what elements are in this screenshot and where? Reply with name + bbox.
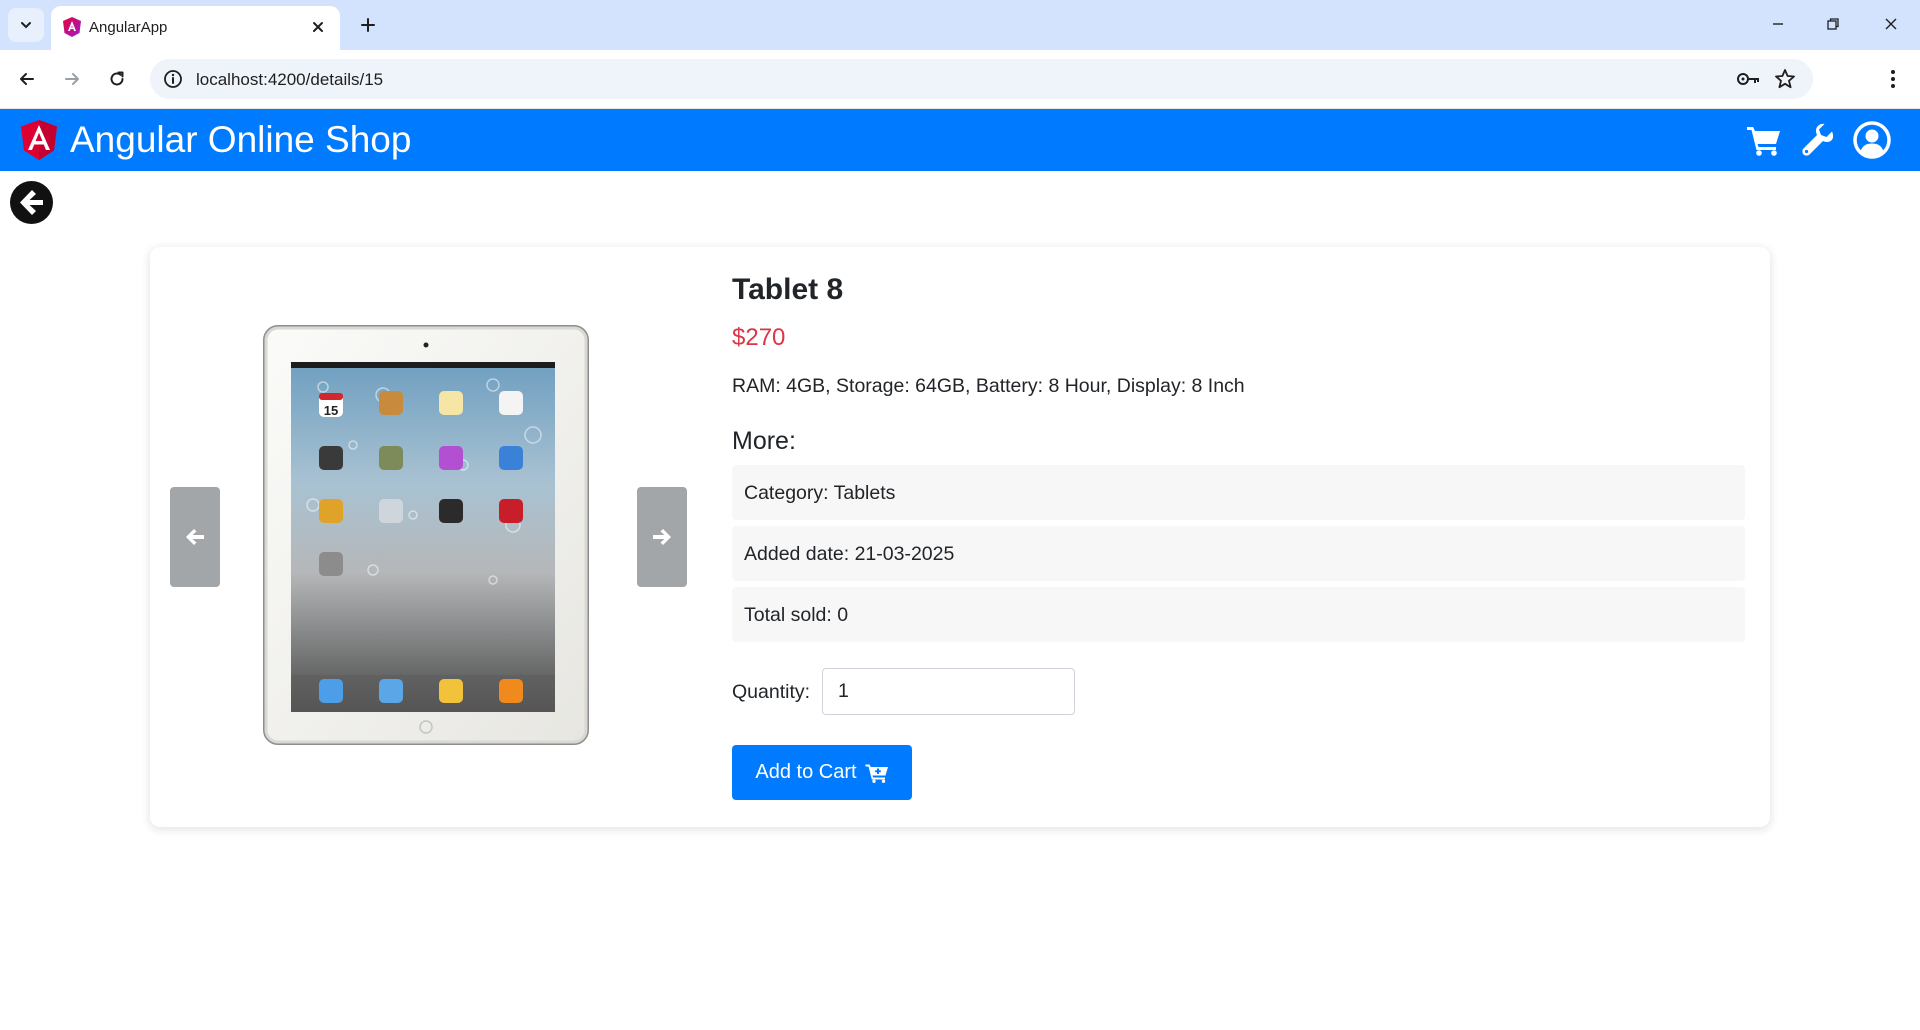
info-icon[interactable] [162,68,184,90]
product-detail-card: 15 Tablet 8 $270 RAM: 4GB, Storage: 64GB… [150,247,1770,827]
total-sold-row: Total sold: 0 [732,587,1745,642]
arrow-right-icon [65,73,79,85]
browser-menu-button[interactable] [1878,62,1908,96]
calendar-date: 15 [324,403,338,418]
forward-navigation-button[interactable] [55,62,89,96]
more-vertical-icon [1891,70,1895,88]
restore-icon [1827,18,1839,30]
reload-button[interactable] [100,62,134,96]
arrow-left-icon [186,529,204,545]
user-profile-button[interactable] [1851,119,1893,161]
category-row: Category: Tablets [732,465,1745,520]
carousel-prev-button[interactable] [170,487,220,587]
star-icon[interactable] [1773,67,1797,91]
more-heading: More: [732,427,796,455]
close-icon [313,22,323,32]
app-navbar: Angular Online Shop [0,109,1920,171]
brand-title[interactable]: Angular Online Shop [70,119,411,161]
carousel-next-button[interactable] [637,487,687,587]
minimize-icon [1773,23,1783,25]
close-icon [1885,18,1897,30]
address-url[interactable]: localhost:4200/details/15 [196,70,383,90]
cart-button[interactable] [1743,119,1785,161]
quantity-input[interactable] [822,668,1075,715]
restore-button[interactable] [1813,6,1853,42]
admin-settings-button[interactable] [1797,119,1839,161]
browser-tab-active[interactable]: AngularApp [51,6,340,50]
cart-icon [1747,127,1780,156]
tab-close-button[interactable] [306,15,330,39]
arrow-right-icon [653,529,671,545]
cart-plus-icon [865,764,888,783]
reload-icon [110,71,124,86]
added-date-row: Added date: 21-03-2025 [732,526,1745,581]
arrow-left-icon [20,73,34,85]
back-arrow-icon[interactable] [9,180,54,225]
angular-logo-icon[interactable] [21,120,57,160]
back-navigation-button[interactable] [10,62,44,96]
product-specs: RAM: 4GB, Storage: 64GB, Battery: 8 Hour… [732,375,1245,397]
tab-title: AngularApp [89,19,168,36]
browser-toolbar: localhost:4200/details/15 [0,50,1920,109]
add-to-cart-label: Add to Cart [755,761,857,783]
address-bar[interactable]: localhost:4200/details/15 [150,59,1813,99]
tab-search-button[interactable] [8,8,44,42]
add-to-cart-button[interactable]: Add to Cart [732,745,912,800]
wrench-icon [1802,123,1834,156]
quantity-label: Quantity: [732,681,811,703]
user-circle-icon [1853,121,1891,159]
browser-tabstrip: AngularApp [0,0,1920,50]
product-title: Tablet 8 [732,273,844,306]
new-tab-button[interactable] [353,10,383,40]
plus-icon [361,18,375,32]
minimize-button[interactable] [1758,6,1798,42]
close-window-button[interactable] [1871,6,1911,42]
chevron-down-icon [21,22,31,29]
product-image: 15 [263,325,589,745]
angular-favicon-icon [63,17,81,37]
product-price: $270 [732,324,786,351]
key-icon[interactable] [1735,68,1761,90]
